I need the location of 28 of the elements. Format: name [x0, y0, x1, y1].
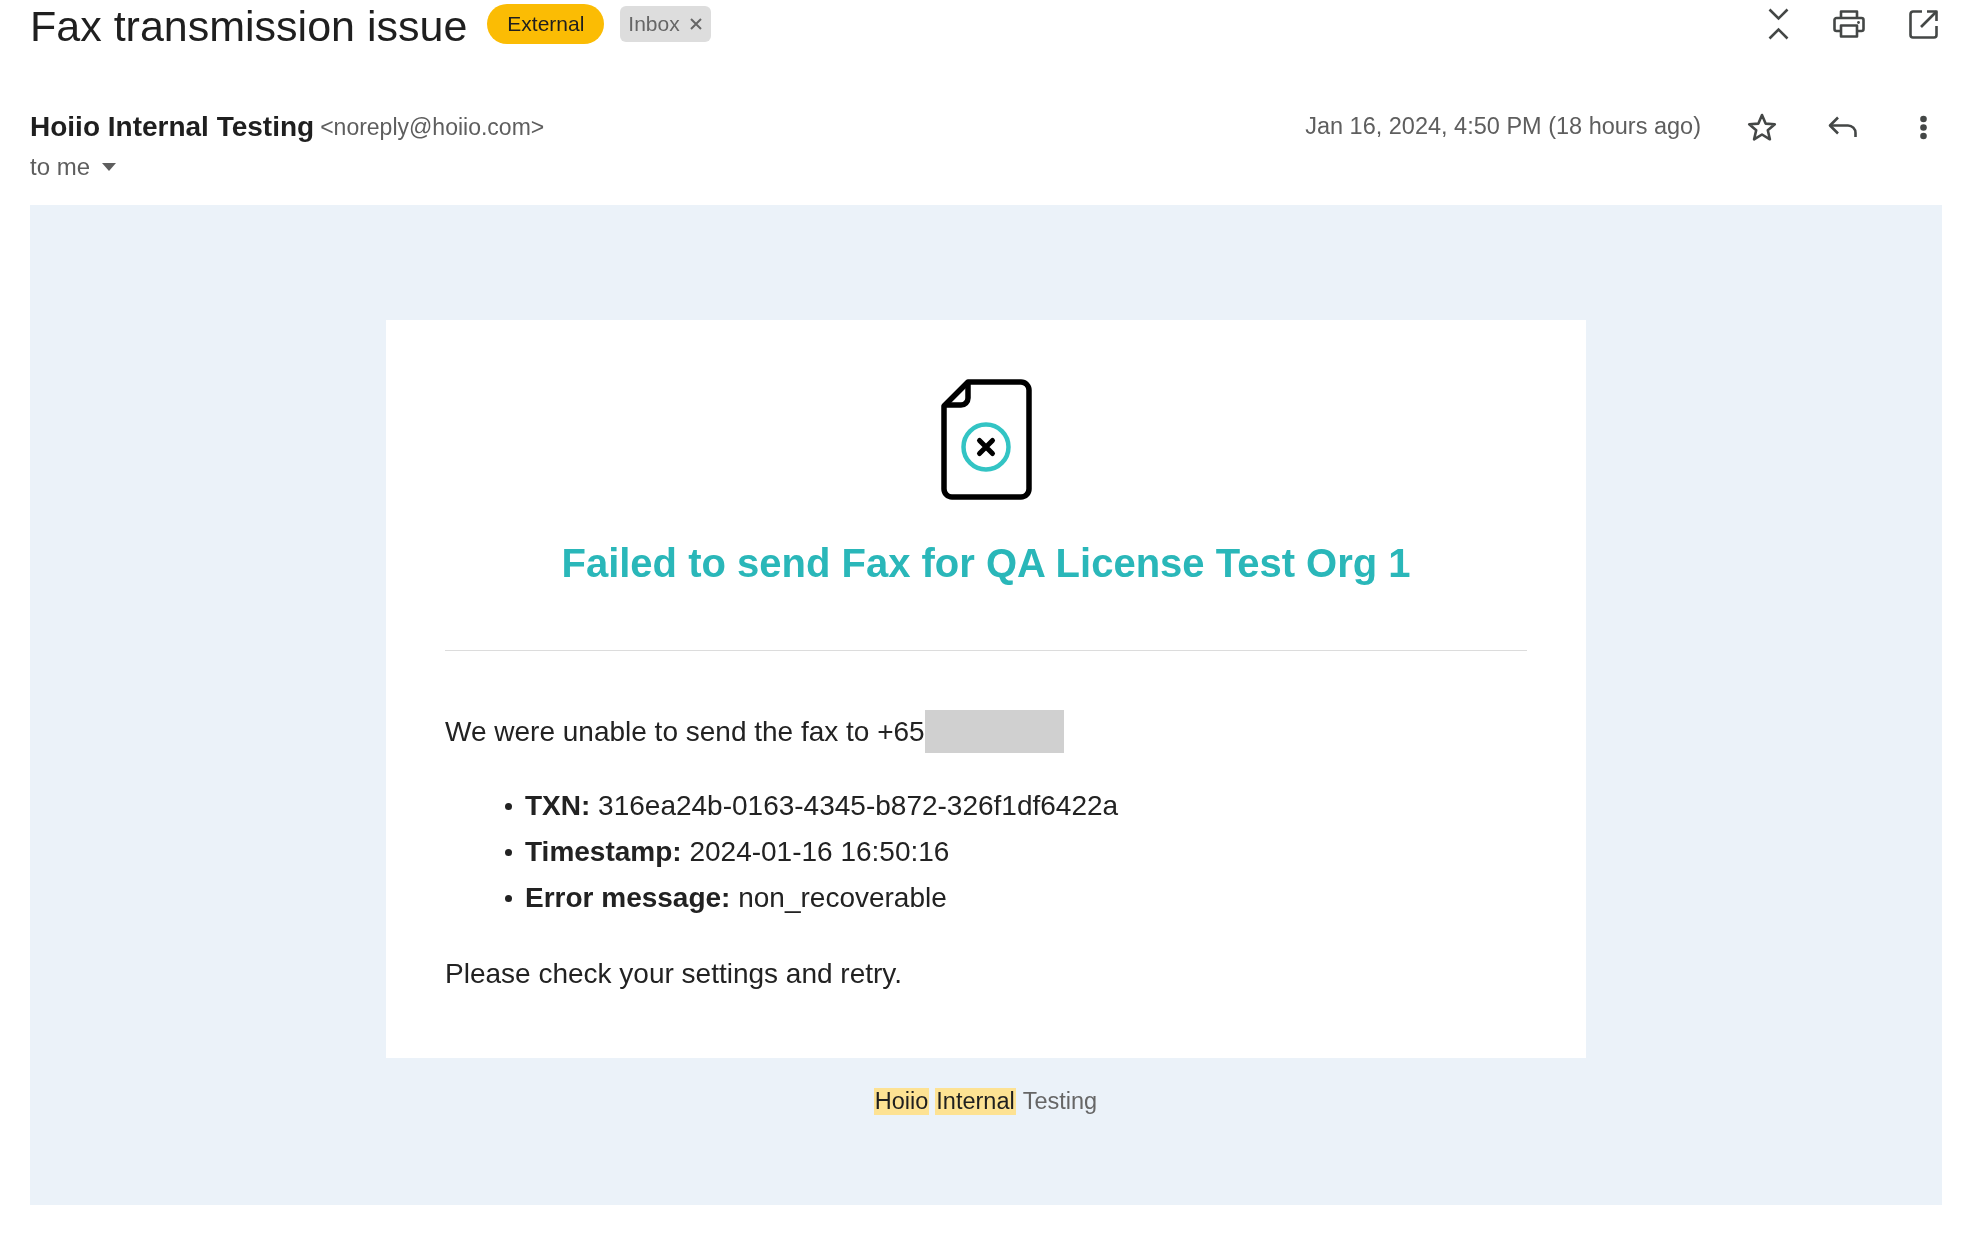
bullet-icon [505, 894, 512, 902]
chevrons-icon[interactable] [1768, 8, 1789, 40]
detail-text: TXN: 316ea24b-0163-4345-b872-326f1df6422a [525, 789, 1119, 823]
more-icon[interactable] [1919, 114, 1928, 140]
highlighted-text: Internal [935, 1087, 1016, 1115]
star-icon[interactable] [1747, 112, 1777, 142]
document-error-icon [940, 379, 1032, 500]
sender-name: Hoiio Internal Testing [30, 110, 315, 144]
message-date: Jan 16, 2024, 4:50 PM (18 hours ago) [1305, 112, 1701, 142]
detail-text: Error message: non_recoverable [525, 881, 947, 915]
close-icon[interactable] [689, 18, 702, 30]
detail-text: Timestamp: 2024-01-16 16:50:16 [525, 835, 950, 869]
recipients-dropdown[interactable]: to me [30, 152, 117, 182]
bullet-icon [505, 848, 512, 856]
reply-icon[interactable] [1828, 116, 1858, 138]
email-heading: Failed to send Fax for QA License Test Org 1 [560, 540, 1412, 587]
closing-text: Please check your settings and retry. [445, 957, 904, 991]
email-subject: Fax transmission issue [30, 1, 468, 48]
label-tag[interactable]: Inbox [620, 6, 711, 42]
sender-email: <noreply@hoiio.com> [320, 112, 545, 142]
caret-icon [102, 163, 117, 171]
intro-text: We were unable to send the fax to +65 [445, 714, 925, 749]
highlighted-text: Hoiio [873, 1087, 930, 1115]
printer-icon[interactable] [1833, 10, 1865, 38]
label-tag: External [487, 4, 605, 44]
bullet-icon [505, 802, 512, 810]
footer-text: Testing [1021, 1087, 1099, 1115]
external-link-icon[interactable] [1909, 9, 1938, 39]
